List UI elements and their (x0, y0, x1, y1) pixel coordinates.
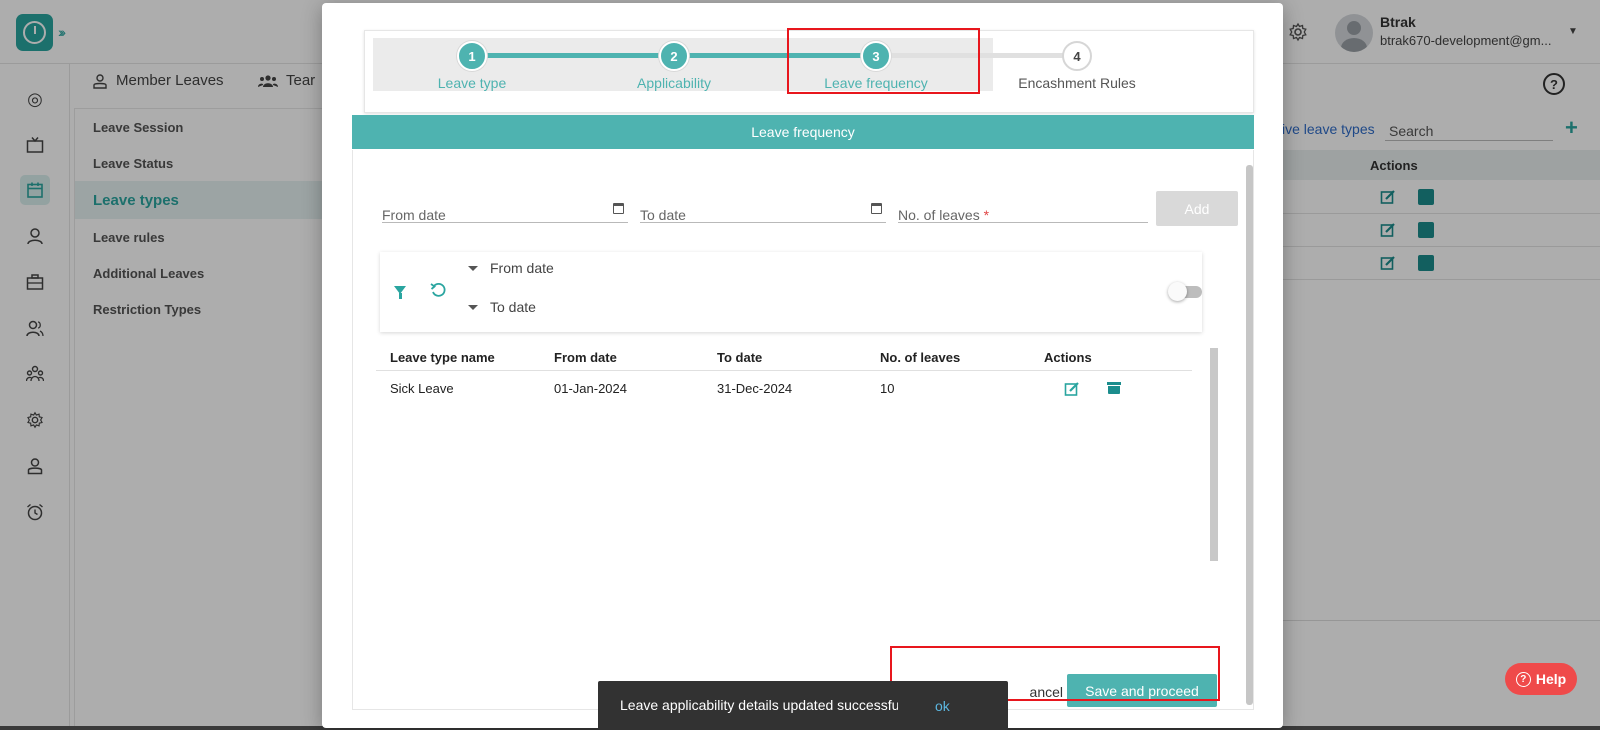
edit-icon[interactable] (1064, 381, 1080, 397)
to-date-field[interactable]: To date (640, 199, 886, 223)
col-no-of-leaves[interactable]: No. of leaves (880, 350, 960, 365)
step-highlight-box (787, 28, 980, 94)
required-mark: * (983, 207, 990, 223)
col-from-date[interactable]: From date (554, 350, 617, 365)
step-2-label[interactable]: Applicability (637, 75, 711, 91)
col-leave-type-name[interactable]: Leave type name (390, 350, 495, 365)
question-icon: ? (1515, 671, 1531, 687)
help-button-label: Help (1535, 671, 1567, 687)
calendar-icon[interactable] (871, 203, 882, 214)
leave-frequency-table: Leave type name From date To date No. of… (376, 341, 1192, 405)
step-connector (473, 53, 673, 58)
no-of-leaves-placeholder: No. of leaves * (898, 207, 990, 223)
table-row: Sick Leave 01-Jan-2024 31-Dec-2024 10 (376, 371, 1192, 405)
chevron-down-icon (468, 304, 478, 310)
cell-to-date: 31-Dec-2024 (717, 381, 793, 396)
archive-icon[interactable] (1107, 382, 1121, 394)
section-title: Leave frequency (352, 115, 1254, 149)
cell-no-of-leaves: 10 (880, 381, 895, 396)
add-button[interactable]: Add (1156, 191, 1238, 226)
step-1-label[interactable]: Leave type (438, 75, 507, 91)
help-button[interactable]: ? Help (1505, 663, 1577, 695)
cell-leave-type-name: Sick Leave (390, 381, 454, 396)
scrollbar[interactable] (1246, 165, 1253, 705)
to-date-placeholder: To date (640, 207, 686, 223)
calendar-icon[interactable] (613, 203, 624, 214)
table-header: Leave type name From date To date No. of… (376, 341, 1192, 371)
step-4-label[interactable]: Encashment Rules (1018, 75, 1136, 91)
no-of-leaves-field[interactable]: No. of leaves * (898, 199, 1148, 223)
leave-frequency-panel (352, 150, 1254, 710)
chevron-down-icon (468, 265, 478, 271)
snackbar-ok-button[interactable]: ok (935, 698, 950, 714)
from-date-field[interactable]: From date (382, 199, 628, 223)
filter-icon[interactable] (394, 286, 406, 299)
to-date-filter-label: To date (490, 299, 536, 315)
cell-from-date: 01-Jan-2024 (554, 381, 627, 396)
snackbar: Leave applicability details updated succ… (598, 681, 1008, 730)
table-scrollbar[interactable] (1210, 348, 1218, 561)
from-date-filter[interactable]: From date (468, 260, 554, 276)
from-date-filter-label: From date (490, 260, 554, 276)
to-date-filter[interactable]: To date (468, 299, 536, 315)
filter-bar: From date To date (380, 252, 1202, 332)
toggle-switch[interactable] (1168, 282, 1202, 301)
step-1-circle[interactable]: 1 (457, 41, 487, 71)
reset-icon[interactable] (430, 282, 446, 303)
leave-type-wizard-dialog: 1 Leave type 2 Applicability 3 Leave fre… (322, 3, 1283, 728)
from-date-placeholder: From date (382, 207, 446, 223)
step-4-circle[interactable]: 4 (1062, 41, 1092, 71)
col-to-date[interactable]: To date (717, 350, 762, 365)
col-actions: Actions (1044, 350, 1092, 365)
step-2-circle[interactable]: 2 (659, 41, 689, 71)
snackbar-message: Leave applicability details updated succ… (620, 697, 898, 713)
